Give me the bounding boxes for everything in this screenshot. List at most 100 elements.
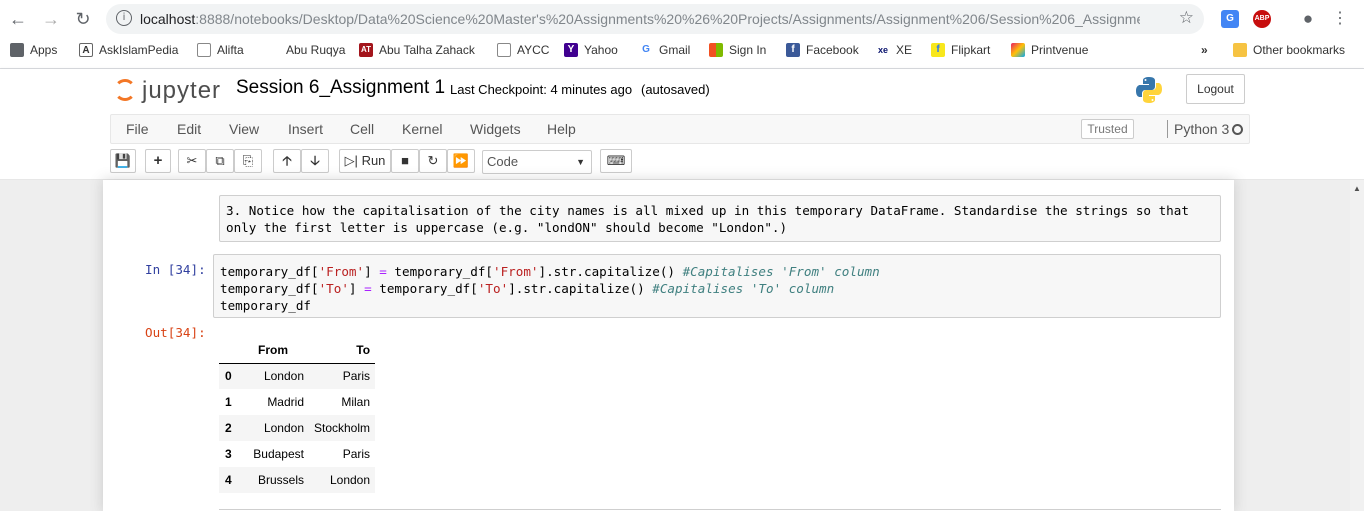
move-down-button[interactable]: 🡣 <box>301 149 329 173</box>
code-string: 'From' <box>493 264 539 279</box>
notebook-title[interactable]: Session 6_Assignment 1 <box>236 77 445 99</box>
cell-type-select[interactable]: Code ▼ <box>482 150 592 174</box>
restart-button[interactable]: ↻ <box>419 149 447 173</box>
translate-extension-icon[interactable]: G <box>1221 10 1239 28</box>
fast-forward-icon: ⏩ <box>452 153 470 168</box>
cell-type-value: Code <box>487 154 519 169</box>
save-button[interactable]: 💾 <box>110 149 136 173</box>
copy-button[interactable]: ⧉ <box>206 149 234 173</box>
bookmark-abu-talha[interactable]: AT Abu Talha Zahack <box>359 43 475 57</box>
url-text[interactable]: localhost:8888/notebooks/Desktop/Data%20… <box>140 11 1140 27</box>
cell-to: London <box>329 473 371 487</box>
cell-from: London <box>263 421 304 435</box>
autosave-status: (autosaved) <box>641 82 710 97</box>
kebab-menu-icon[interactable]: ⋮ <box>1330 9 1350 29</box>
info-icon[interactable]: i <box>116 10 132 26</box>
interrupt-button[interactable]: ■ <box>391 149 419 173</box>
code-comment: #Capitalises 'From' column <box>682 264 880 279</box>
code-token: ] <box>364 264 380 279</box>
reload-icon[interactable]: ↻ <box>73 9 93 29</box>
menu-insert[interactable]: Insert <box>288 121 323 137</box>
input-prompt: In [34]: <box>145 262 206 277</box>
bookmark-star-icon[interactable]: ☆ <box>1179 8 1194 28</box>
cell-from: Brussels <box>257 473 304 487</box>
bookmark-abu-ruqya[interactable]: Abu Ruqya <box>286 43 345 57</box>
xe-icon: xe <box>876 43 890 57</box>
menu-cell[interactable]: Cell <box>350 121 374 137</box>
other-bookmarks[interactable]: Other bookmarks <box>1233 43 1345 57</box>
paste-button[interactable]: ⎘ <box>234 149 262 173</box>
code-token: temporary_df <box>220 298 311 313</box>
logout-button[interactable]: Logout <box>1186 74 1245 104</box>
restart-run-all-button[interactable]: ⏩ <box>447 149 475 173</box>
code-token: temporary_df[ <box>386 264 493 279</box>
url-host: localhost <box>140 11 196 27</box>
cell-to: Paris <box>342 369 371 384</box>
cut-button[interactable]: ✂ <box>178 149 206 173</box>
jupyter-wordmark: jupyter <box>142 77 222 104</box>
code-cell[interactable]: temporary_df['From'] = temporary_df['Fro… <box>213 254 1221 318</box>
adblock-plus-icon[interactable]: ABP <box>1253 10 1271 28</box>
menu-file[interactable]: File <box>126 121 149 137</box>
bookmark-label: AYCC <box>517 43 550 57</box>
cell-to: Stockholm <box>314 421 371 435</box>
yahoo-icon: Y <box>564 43 578 57</box>
bookmark-flipkart[interactable]: f Flipkart <box>931 43 990 57</box>
table-row: 1 Madrid Milan <box>219 389 375 415</box>
bookmarks-bar: Apps A AskIslamPedia Alifta Abu Ruqya AT A… <box>0 40 1364 62</box>
menu-view[interactable]: View <box>229 121 259 137</box>
code-editor[interactable]: temporary_df['From'] = temporary_df['Fro… <box>220 263 880 314</box>
bookmark-label: AskIslamPedia <box>99 43 179 57</box>
bookmark-yahoo[interactable]: Y Yahoo <box>564 43 618 57</box>
more-bookmarks-button[interactable]: » <box>1201 43 1208 57</box>
browser-chrome: ← → ↻ i localhost:8888/notebooks/Desktop… <box>0 0 1364 69</box>
row-index: 0 <box>225 369 232 384</box>
markdown-text: 3. Notice how the capitalisation of the … <box>226 203 1189 235</box>
back-arrow-icon[interactable]: ← <box>8 9 28 29</box>
bookmark-xe[interactable]: xe XE <box>876 43 912 57</box>
trusted-badge[interactable]: Trusted <box>1081 119 1134 139</box>
run-button[interactable]: ▷| Run <box>339 149 391 173</box>
bookmark-alifta[interactable]: Alifta <box>197 43 244 57</box>
markdown-cell[interactable]: 3. Notice how the capitalisation of the … <box>219 195 1221 242</box>
menu-kernel[interactable]: Kernel <box>402 121 442 137</box>
jupyter-logo[interactable]: jupyter <box>114 77 224 105</box>
column-header-from: From <box>237 337 309 364</box>
bookmark-aycc[interactable]: AYCC <box>497 43 549 57</box>
code-token: temporary_df[ <box>220 264 319 279</box>
column-header-to: To <box>309 337 376 364</box>
bookmark-label: Flipkart <box>951 43 991 57</box>
bookmark-gmail[interactable]: G Gmail <box>639 43 690 57</box>
bookmark-apps[interactable]: Apps <box>10 43 57 57</box>
row-index: 2 <box>225 421 232 435</box>
forward-arrow-icon[interactable]: → <box>41 9 61 29</box>
menu-edit[interactable]: Edit <box>177 121 201 137</box>
notebook-site: 3. Notice how the capitalisation of the … <box>0 180 1364 511</box>
bookmark-printvenue[interactable]: Printvenue <box>1011 43 1088 57</box>
move-up-button[interactable]: 🡡 <box>273 149 301 173</box>
page-scrollbar[interactable]: ▲ <box>1350 180 1364 511</box>
menu-widgets[interactable]: Widgets <box>470 121 521 137</box>
omnibox[interactable]: i localhost:8888/notebooks/Desktop/Data%… <box>106 4 1204 34</box>
keyboard-icon: ⌨ <box>606 153 626 168</box>
code-token: ] <box>348 281 365 296</box>
code-string: 'From' <box>318 264 365 279</box>
menu-help[interactable]: Help <box>547 121 576 137</box>
dataframe-table: From To 0 London Paris 1 Madrid Milan 2 Londo… <box>219 337 376 493</box>
bookmark-facebook[interactable]: f Facebook <box>786 43 859 57</box>
menu-bar: File Edit View Insert Cell Kernel Widget… <box>110 114 1250 144</box>
command-palette-button[interactable]: ⌨ <box>600 149 632 173</box>
bookmark-askislampedia[interactable]: A AskIslamPedia <box>79 43 178 57</box>
cell-from: Madrid <box>267 395 304 409</box>
cell-from: London <box>263 369 304 384</box>
python-logo-icon <box>1136 77 1162 103</box>
code-comment: #Capitalises 'To' column <box>652 281 835 296</box>
notebook-header: jupyter Session 6_Assignment 1 Last Chec… <box>0 69 1364 180</box>
folder-icon <box>1233 43 1247 57</box>
scroll-up-arrow-icon[interactable]: ▲ <box>1353 184 1361 193</box>
kernel-name[interactable]: Python 3 <box>1174 121 1229 137</box>
profile-icon[interactable]: ● <box>1298 9 1318 29</box>
insert-cell-button[interactable]: + <box>145 149 171 173</box>
bookmark-sign-in[interactable]: Sign In <box>709 43 766 57</box>
notebook-toolbar: 💾 + ✂ ⧉ ⎘ 🡡 🡣 ▷| Run ■ ↻ ⏩ Code ▼ ⌨ <box>110 149 710 175</box>
